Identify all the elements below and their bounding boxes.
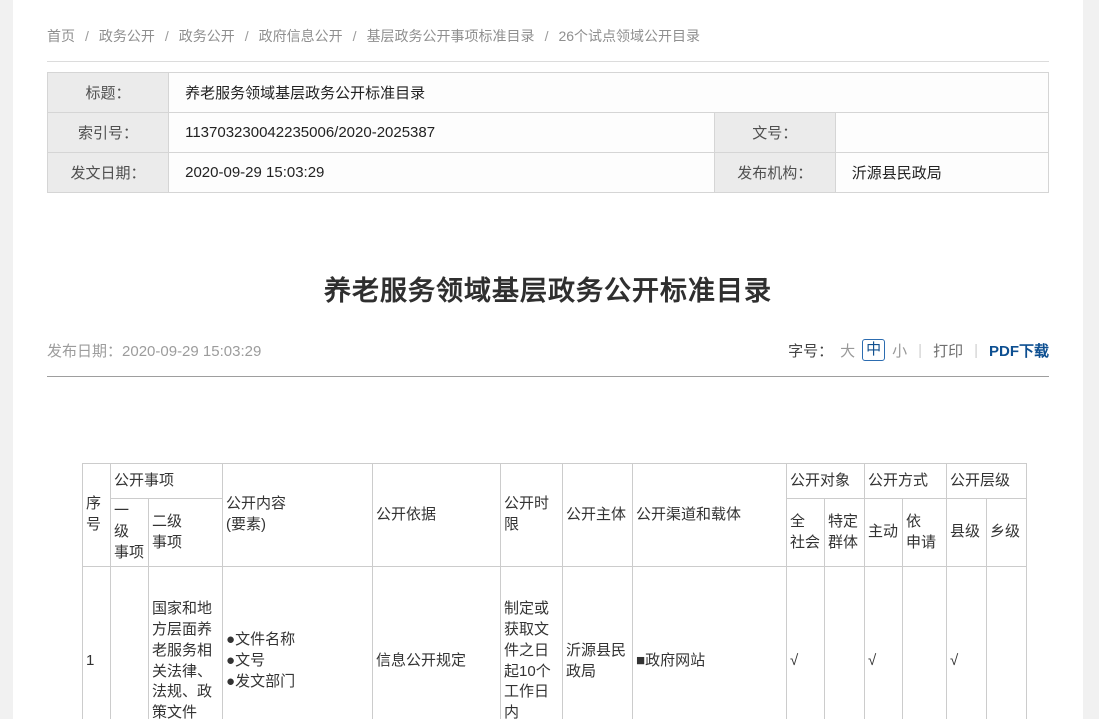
meta-date-value: 2020-09-29 15:03:29 [169, 153, 715, 193]
header-method-request: 依 申请 [903, 499, 947, 567]
pdf-download-link[interactable]: PDF下载 [989, 340, 1049, 361]
header-level: 公开层级 [947, 464, 1027, 499]
meta-row-index: 索引号： 113703230042235006/2020-2025387 文号： [48, 113, 1049, 153]
meta-agency-label: 发布机构： [714, 153, 835, 193]
breadcrumb-separator: / [245, 28, 249, 44]
meta-index-label: 索引号： [48, 113, 169, 153]
breadcrumb-item-pilot-catalog[interactable]: 26个试点领域公开目录 [558, 28, 700, 44]
font-size-small-button[interactable]: 小 [892, 340, 907, 361]
cell-basis: 信息公开规定 [373, 567, 501, 719]
cell-method-active: √ [865, 567, 903, 719]
header-method-active: 主动 [865, 499, 903, 567]
content-card: 首页 / 政务公开 / 政务公开 / 政府信息公开 / 基层政务公开事项标准目录 / 26个试点领域… [13, 0, 1083, 719]
breadcrumb-item-home[interactable]: 首页 [47, 28, 75, 44]
cell-target-specific [825, 567, 865, 719]
breadcrumb-item-gov-info[interactable]: 政府信息公开 [259, 28, 343, 44]
publish-date: 发布日期：2020-09-29 15:03:29 [47, 340, 261, 361]
cell-target-all: √ [787, 567, 825, 719]
article-sub-row: 发布日期：2020-09-29 15:03:29 字号： 大 中 小 | 打印 … [47, 339, 1049, 361]
breadcrumb-separator: / [545, 28, 549, 44]
header-level1: 一 级 事项 [111, 499, 149, 567]
publish-date-value: 2020-09-29 15:03:29 [122, 343, 261, 360]
breadcrumb-divider [47, 61, 1049, 62]
doc-meta-table: 标题： 养老服务领域基层政务公开标准目录 索引号： 11370323004223… [47, 72, 1049, 193]
meta-date-label: 发文日期： [48, 153, 169, 193]
meta-row-title: 标题： 养老服务领域基层政务公开标准目录 [48, 73, 1049, 113]
meta-title-label: 标题： [48, 73, 169, 113]
meta-docnum-value [835, 113, 1048, 153]
cell-time-limit: 制定或获取文件之日起10个工作日内 [501, 567, 563, 719]
breadcrumb-item-zwgk-1[interactable]: 政务公开 [99, 28, 155, 44]
header-target-specific: 特定 群体 [825, 499, 865, 567]
article-divider [47, 376, 1049, 377]
header-target: 公开对象 [787, 464, 865, 499]
toolbar-divider: | [918, 342, 922, 359]
header-seq: 序 号 [83, 464, 111, 567]
publish-date-label: 发布日期： [47, 343, 122, 360]
meta-title-value: 养老服务领域基层政务公开标准目录 [169, 73, 1049, 113]
header-channel: 公开渠道和载体 [633, 464, 787, 567]
disclosure-catalog-table: 序 号 公开事项 公开内容 (要素) 公开依据 公开时 限 公开主体 公开渠道和… [82, 463, 1027, 719]
breadcrumb: 首页 / 政务公开 / 政务公开 / 政府信息公开 / 基层政务公开事项标准目录 / 26个试点领域… [47, 28, 1049, 45]
breadcrumb-separator: / [165, 28, 169, 44]
catalog-header-row-1: 序 号 公开事项 公开内容 (要素) 公开依据 公开时 限 公开主体 公开渠道和… [83, 464, 1027, 499]
cell-level-county: √ [947, 567, 987, 719]
cell-level1 [111, 567, 149, 719]
header-method: 公开方式 [865, 464, 947, 499]
table-row: 1 国家和地方层面养老服务相关法律、法规、政策文件 ●文件名称 ●文号 ●发文部… [83, 567, 1027, 719]
cell-seq: 1 [83, 567, 111, 719]
breadcrumb-item-standard-catalog[interactable]: 基层政务公开事项标准目录 [367, 28, 535, 44]
breadcrumb-item-zwgk-2[interactable]: 政务公开 [179, 28, 235, 44]
breadcrumb-separator: / [85, 28, 89, 44]
header-target-all: 全 社会 [787, 499, 825, 567]
meta-agency-value: 沂源县民政局 [835, 153, 1048, 193]
header-time-limit: 公开时 限 [501, 464, 563, 567]
article-toolbar: 字号： 大 中 小 | 打印 | PDF下载 [788, 339, 1049, 361]
header-level-county: 县级 [947, 499, 987, 567]
cell-channel: ■政府网站 [633, 567, 787, 719]
font-size-large-button[interactable]: 大 [840, 340, 855, 361]
header-level-township: 乡级 [987, 499, 1027, 567]
toolbar-divider: | [974, 342, 978, 359]
meta-row-date: 发文日期： 2020-09-29 15:03:29 发布机构： 沂源县民政局 [48, 153, 1049, 193]
breadcrumb-separator: / [353, 28, 357, 44]
font-size-medium-button[interactable]: 中 [862, 339, 885, 361]
cell-content: ●文件名称 ●文号 ●发文部门 [223, 567, 373, 719]
header-content: 公开内容 (要素) [223, 464, 373, 567]
header-basis: 公开依据 [373, 464, 501, 567]
header-subject: 公开主体 [563, 464, 633, 567]
cell-level-township [987, 567, 1027, 719]
font-size-label: 字号： [788, 340, 833, 361]
header-matters: 公开事项 [111, 464, 223, 499]
cell-method-request [903, 567, 947, 719]
print-button[interactable]: 打印 [933, 340, 963, 361]
meta-docnum-label: 文号： [714, 113, 835, 153]
page-title: 养老服务领域基层政务公开标准目录 [47, 269, 1049, 308]
cell-level2: 国家和地方层面养老服务相关法律、法规、政策文件 [149, 567, 223, 719]
cell-subject: 沂源县民政局 [563, 567, 633, 719]
header-level2: 二级 事项 [149, 499, 223, 567]
meta-index-value: 113703230042235006/2020-2025387 [169, 113, 715, 153]
